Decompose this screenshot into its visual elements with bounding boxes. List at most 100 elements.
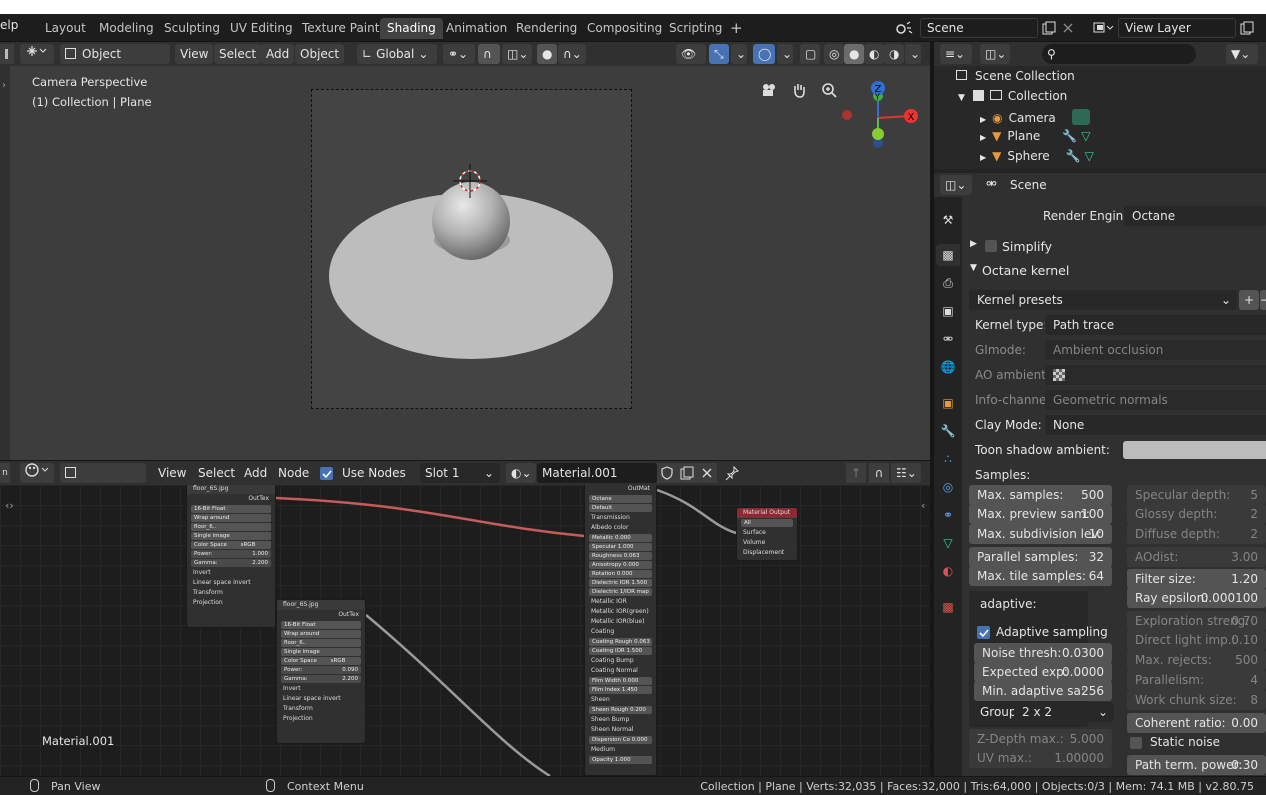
material-shading-icon[interactable]: ◐ <box>864 44 884 64</box>
view-layer-field[interactable]: View Layer <box>1118 18 1236 38</box>
constraints-tab-icon[interactable]: ⚭ <box>936 504 960 526</box>
expand-arrow-icon[interactable]: ▶ <box>980 115 986 124</box>
tab-compositing[interactable]: Compositing <box>580 18 669 39</box>
node-field[interactable]: Power: 0.090 <box>281 666 361 674</box>
output-tab-icon[interactable]: ⎙ <box>936 272 960 294</box>
tab-shading[interactable]: Shading <box>380 18 443 39</box>
kernel-param-field[interactable]: Parallelism: 4 <box>1127 670 1266 690</box>
use-nodes-checkbox[interactable] <box>320 467 333 480</box>
chevron-down-icon[interactable]: ⌄ <box>777 44 793 64</box>
wireframe-shading-icon[interactable]: ◎ <box>824 44 844 64</box>
node-field[interactable]: Wrap around <box>281 630 361 638</box>
tab-texture-paint[interactable]: Texture Paint <box>295 18 386 39</box>
kernel-param-field[interactable]: Ray epsilon: 0.000100 <box>1127 588 1266 608</box>
proportional-edit-icon[interactable]: ● <box>537 44 557 64</box>
solid-shading-icon[interactable]: ● <box>844 44 864 64</box>
node-field[interactable]: Single image <box>281 648 361 656</box>
static-noise-checkbox[interactable] <box>1130 737 1142 749</box>
node-field[interactable]: Coating Rough 0.063 <box>589 638 652 646</box>
clay-mode-dropdown[interactable]: None <box>1045 415 1266 435</box>
object-mode-dropdown[interactable]: Object Mode⌄ <box>60 44 170 81</box>
node-field[interactable]: Metallic 0.000 <box>589 534 652 542</box>
sample-field[interactable]: Parallel samples: 32 <box>969 547 1112 567</box>
menu-add[interactable]: Add <box>261 44 295 64</box>
render-engine-dropdown[interactable]: Octane <box>1124 206 1266 226</box>
modifier-tab-icon[interactable]: 🔧 <box>936 420 960 442</box>
scene-field[interactable]: Scene <box>920 18 1038 38</box>
node-menu-view[interactable]: View <box>154 463 190 483</box>
chevron-down-icon[interactable]: ⌄ <box>731 44 747 64</box>
wrench-icon[interactable]: 🔧 <box>1066 149 1081 163</box>
duplicate-view-layer-icon[interactable] <box>1238 18 1256 38</box>
properties-editor-type-icon[interactable]: ◫⌄ <box>940 175 972 195</box>
chevron-left-icon[interactable]: ‹ <box>921 499 925 512</box>
expand-arrow-icon[interactable]: ▶ <box>980 133 986 142</box>
mesh-data-icon[interactable]: ▽ <box>1085 149 1094 163</box>
node-checkbox[interactable]: Invert <box>277 684 365 694</box>
duplicate-scene-icon[interactable] <box>1040 18 1058 38</box>
pivot-point-icon[interactable]: ⚭⌄ <box>443 44 475 64</box>
sample-field[interactable]: Max. samples: 500 <box>969 485 1112 505</box>
hand-pan-icon[interactable] <box>788 80 810 100</box>
kernel-param-field[interactable]: Glossy depth: 2 <box>1127 504 1266 524</box>
outliner-item-plane[interactable]: ▶ ▼ Plane 🔧 ▽ <box>980 129 1091 143</box>
view-layer-tab-icon[interactable]: ▣ <box>936 300 960 322</box>
tab-modeling[interactable]: Modeling <box>92 18 161 39</box>
xray-icon[interactable]: ▢ <box>800 44 820 64</box>
camera-data-icon[interactable] <box>1071 109 1090 125</box>
collapse-toolbar-icon[interactable] <box>0 44 14 64</box>
menu-select[interactable]: Select <box>214 44 262 64</box>
scene-tab-icon[interactable]: ⚮ <box>936 328 960 350</box>
node-field[interactable]: Anisotropy 0.000 <box>589 561 652 569</box>
node-checkbox[interactable]: Linear space invert <box>187 578 275 588</box>
toon-shadow-color-field[interactable] <box>1123 441 1266 459</box>
node-menu-node[interactable]: Node <box>274 463 313 483</box>
chevron-right-icon[interactable]: › <box>2 80 6 91</box>
material-tab-icon[interactable]: ◐ <box>936 560 960 582</box>
kernel-param-field[interactable]: AOdist: 3.00 <box>1127 547 1266 567</box>
outliner-item-camera[interactable]: ▶ ◉ Camera <box>980 109 1090 125</box>
node-field[interactable]: Dispersion Co 0.000 <box>589 736 652 744</box>
simplify-checkbox[interactable] <box>985 240 997 252</box>
node-field[interactable]: Rotation 0.000 <box>589 570 652 578</box>
material-browse-icon[interactable]: ◐⌄ <box>506 463 536 483</box>
kernel-param-field[interactable]: Diffuse depth: 2 <box>1127 524 1266 544</box>
node-field[interactable]: Opacity 1.000 <box>589 756 652 764</box>
node-field[interactable]: Dielectric 1/IOR map <box>589 588 652 596</box>
duplicate-material-icon[interactable] <box>677 463 697 483</box>
node-field[interactable]: Specular 1.000 <box>589 543 652 551</box>
menu-object[interactable]: Object <box>295 44 345 64</box>
render-tab-icon[interactable]: ▩ <box>936 244 960 266</box>
node-editor-type-icon[interactable] <box>20 463 54 483</box>
view-layer-icon[interactable] <box>1088 18 1118 38</box>
node-field[interactable]: 16-Bit Float <box>191 505 271 513</box>
node-field[interactable]: All <box>741 519 793 527</box>
menu-view[interactable]: View <box>175 44 214 64</box>
texture-tab-icon[interactable]: ▩ <box>936 596 960 618</box>
rendered-shading-icon[interactable]: ◑ <box>884 44 904 64</box>
node-checkbox[interactable]: Invert <box>187 568 275 578</box>
sample-field[interactable]: Max. tile samples: 64 <box>969 566 1112 586</box>
node-editor-canvas[interactable]: floor_6S.jpg OutTex 16-Bit Float Wrap ar… <box>0 485 930 776</box>
node-menu-add[interactable]: Add <box>240 463 271 483</box>
kernel-type-dropdown[interactable]: Path trace <box>1045 315 1266 335</box>
node-menu-select[interactable]: Select <box>194 463 239 483</box>
node-field[interactable]: Single image <box>191 532 271 540</box>
node-field[interactable]: Film Index 1.450 <box>589 686 652 694</box>
outliner-item-sphere[interactable]: ▶ ▼ Sphere 🔧 ▽ <box>980 149 1094 163</box>
physics-tab-icon[interactable]: ◎ <box>936 476 960 498</box>
collection-checkbox[interactable] <box>972 90 984 101</box>
zoom-icon[interactable] <box>818 80 840 100</box>
node-field[interactable]: Gamma: 2.200 <box>281 675 361 683</box>
adaptive-param-field[interactable]: Noise thresh: 0.0300 <box>974 643 1112 663</box>
node-field[interactable]: Wrap around <box>191 514 271 522</box>
unlink-material-icon[interactable] <box>697 463 717 483</box>
collapse-arrow-icon[interactable]: ▶ <box>970 239 977 249</box>
filter-icon[interactable]: ▼⌄ <box>1226 44 1258 64</box>
simplify-panel-label[interactable]: Simplify <box>1002 239 1052 254</box>
node-field[interactable]: Film Width 0.000 <box>589 677 652 685</box>
outliner-search-input[interactable]: ⚲ <box>1042 44 1196 64</box>
gimode-dropdown[interactable]: Ambient occlusion <box>1045 340 1266 360</box>
outliner-editor-type-icon[interactable]: ≡⌄ <box>940 44 972 64</box>
node-field[interactable]: Coating IOR 1.500 <box>589 647 652 655</box>
